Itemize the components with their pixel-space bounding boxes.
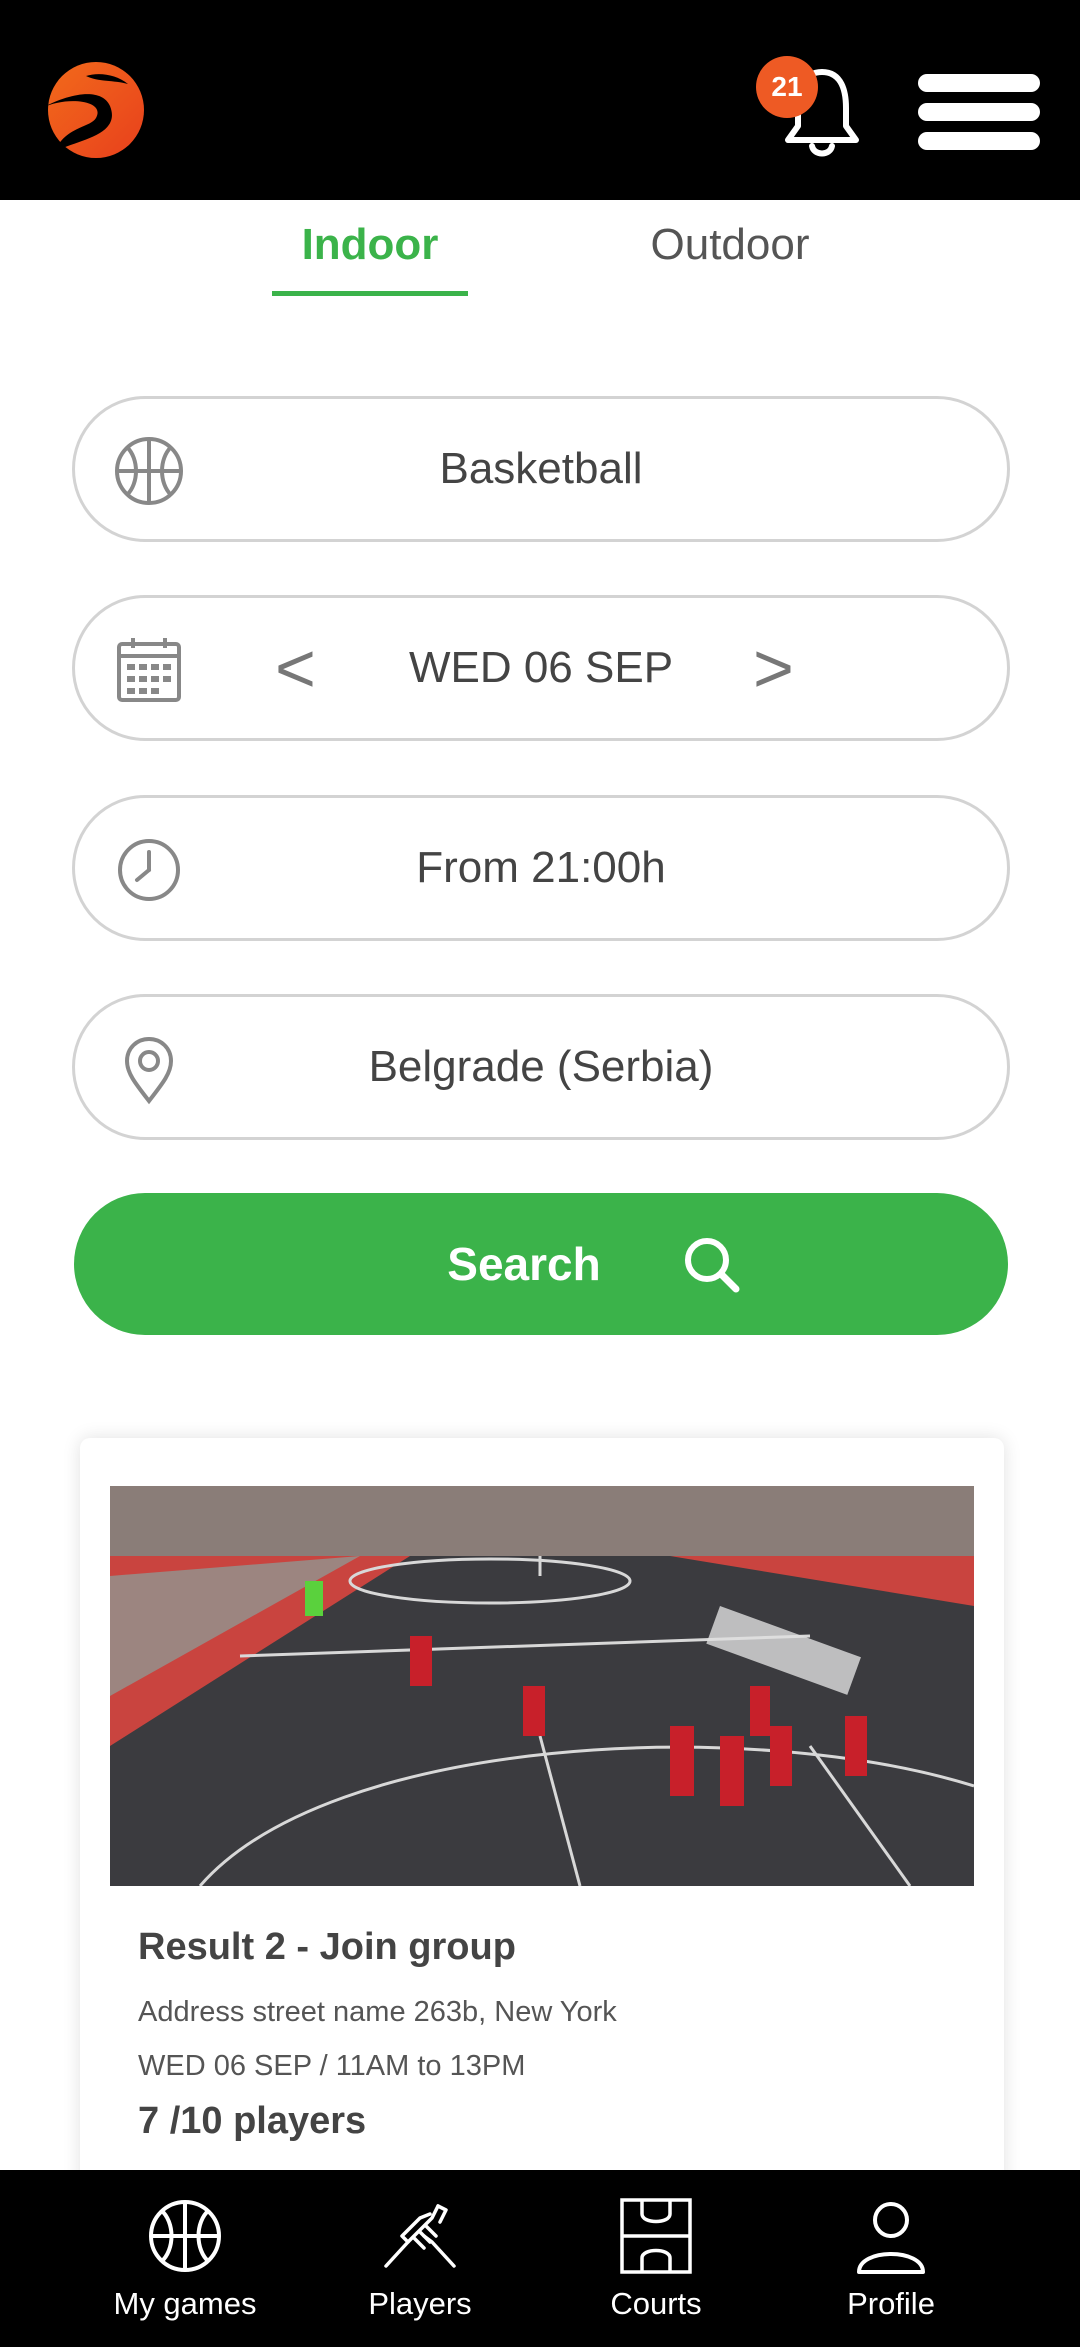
tab-indoor[interactable]: Indoor: [272, 220, 468, 296]
notification-badge: 21: [756, 56, 818, 118]
date-value: WED 06 SEP: [408, 643, 674, 692]
nav-players[interactable]: Players: [305, 2196, 535, 2336]
tab-outdoor[interactable]: Outdoor: [610, 220, 850, 296]
result-address: Address street name 263b, New York: [138, 1996, 617, 2028]
top-bar: 21: [0, 0, 1080, 200]
nav-courts-label: Courts: [610, 2286, 702, 2321]
nav-profile-label: Profile: [847, 2286, 935, 2321]
nav-my-games[interactable]: My games: [70, 2196, 300, 2336]
result-card[interactable]: Result 2 - Join group Address street nam…: [80, 1438, 1004, 2198]
location-select[interactable]: Belgrade (Serbia): [72, 994, 1010, 1140]
basketball-icon: [149, 2200, 221, 2272]
next-date-button[interactable]: >: [753, 598, 794, 738]
court-icon: [620, 2198, 692, 2274]
search-icon: [685, 1238, 740, 1293]
nav-courts[interactable]: Courts: [541, 2196, 771, 2336]
nav-players-label: Players: [368, 2286, 472, 2321]
nav-profile[interactable]: Profile: [776, 2196, 1006, 2336]
nav-my-games-label: My games: [113, 2286, 257, 2321]
result-title: Result 2 - Join group: [138, 1926, 516, 1968]
environment-tabs: Indoor Outdoor: [0, 200, 1080, 310]
search-button-label: Search: [447, 1238, 601, 1290]
time-select[interactable]: From 21:00h: [72, 795, 1010, 941]
court-photo: [110, 1486, 974, 1886]
time-value: From 21:00h: [416, 843, 666, 892]
bottom-navigation: My games Players Courts Profile: [0, 2170, 1080, 2347]
hamburger-menu-icon[interactable]: [918, 74, 1040, 150]
location-value: Belgrade (Serbia): [368, 1042, 714, 1091]
handshake-icon: [384, 2204, 456, 2268]
date-picker[interactable]: < WED 06 SEP >: [72, 595, 1010, 741]
person-icon: [857, 2202, 925, 2274]
app-logo[interactable]: [36, 56, 146, 166]
sport-select[interactable]: Basketball: [72, 396, 1010, 542]
result-schedule: WED 06 SEP / 11AM to 13PM: [138, 2050, 526, 2082]
sport-value: Basketball: [439, 444, 643, 493]
result-players: 7 /10 players: [138, 2100, 367, 2142]
search-button[interactable]: Search: [74, 1193, 1008, 1335]
